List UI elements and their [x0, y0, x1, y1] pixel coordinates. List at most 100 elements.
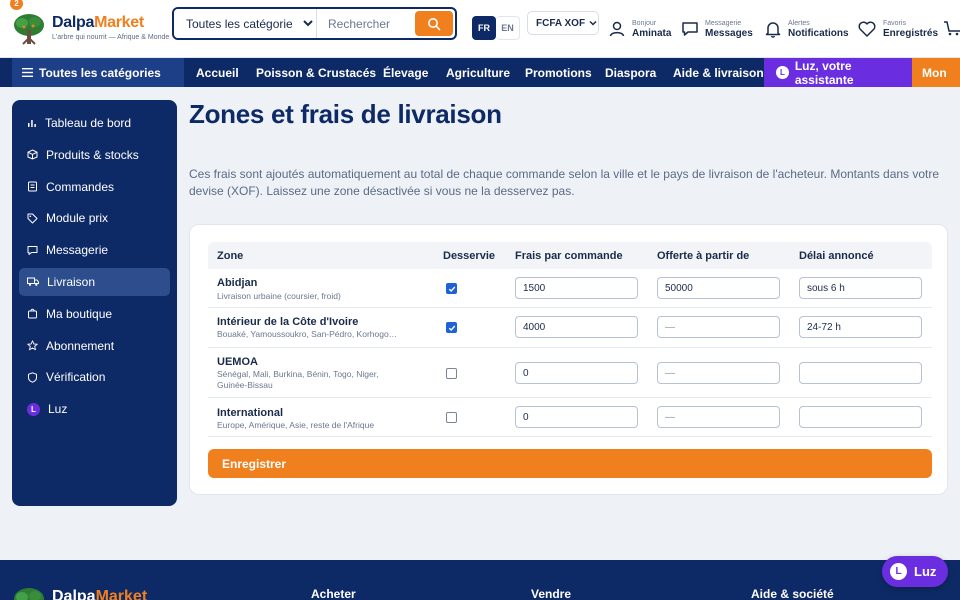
sidebar-item-label: Ma boutique [46, 306, 113, 321]
save-button[interactable]: Enregistrer [208, 449, 932, 478]
messages-label: Messages [705, 27, 753, 39]
tree-logo-icon[interactable] [12, 12, 46, 46]
search-button[interactable] [415, 11, 453, 36]
fee-input[interactable] [515, 362, 638, 384]
fee-input[interactable] [515, 406, 638, 428]
table-header: Zone Desservie Frais par commande Offert… [208, 242, 932, 269]
nav-link-aide[interactable]: Aide & livraison [673, 58, 764, 87]
tag-icon [27, 213, 38, 224]
nav-link-accueil[interactable]: Accueil [196, 58, 239, 87]
chat-icon [682, 22, 698, 36]
page-description: Ces frais sont ajoutés automatiquement a… [189, 167, 940, 198]
sidebar-item-label: Messagerie [46, 243, 109, 258]
served-checkbox[interactable] [446, 283, 457, 294]
messages-menu[interactable]: Messagerie Messages [681, 16, 753, 42]
sidebar-item-delivery[interactable]: Livraison [19, 267, 170, 296]
served-checkbox[interactable] [446, 322, 457, 333]
free-from-input[interactable] [657, 277, 780, 299]
account-menu[interactable]: Bonjour Aminata [608, 16, 671, 42]
luz-button-label: Luz [914, 564, 937, 579]
nav-link-poisson[interactable]: Poisson & Crustacés [256, 58, 376, 87]
all-categories-button[interactable]: Toutes les catégories [12, 58, 184, 87]
nav-account-button[interactable]: Mon [912, 58, 960, 87]
column-header-zone: Zone [217, 249, 244, 262]
table-row: UEMOA Sénégal, Mali, Burkina, Bénin, Tog… [208, 348, 932, 398]
table-row: Intérieur de la Côte d'Ivoire Bouaké, Ya… [208, 308, 932, 348]
sidebar-item-dashboard[interactable]: Tableau de bord [19, 109, 170, 137]
box-icon [27, 149, 38, 160]
currency-selector[interactable]: FCFA XOF [527, 11, 599, 35]
search-input[interactable] [320, 9, 416, 38]
search-icon [428, 17, 441, 30]
table-row: International Europe, Amérique, Asie, re… [208, 398, 932, 437]
free-from-input[interactable] [657, 316, 780, 338]
brand-tagline: L'arbre qui nourrit — Afrique & Monde [52, 34, 170, 41]
lang-en-button[interactable]: EN [496, 16, 520, 40]
column-header-served: Desservie [443, 249, 495, 262]
store-icon [28, 309, 37, 319]
sidebar-item-pricing[interactable]: Module prix [19, 204, 170, 232]
luz-avatar-icon: L [890, 563, 907, 580]
luz-assistant-nav-button[interactable]: L Luz, votre assistante [764, 58, 912, 87]
cart-icon[interactable] [944, 19, 960, 37]
sidebar-item-label: Vérification [46, 370, 106, 385]
delay-input[interactable] [799, 406, 922, 428]
free-from-input[interactable] [657, 406, 780, 428]
sidebar-item-shop[interactable]: Ma boutique [19, 300, 170, 328]
bell-icon [765, 22, 781, 38]
notifications-menu[interactable]: Alertes Notifications [764, 16, 849, 42]
nav-link-elevage[interactable]: Élevage [383, 58, 428, 87]
fee-input[interactable] [515, 277, 638, 299]
nav-link-diaspora[interactable]: Diaspora [605, 58, 656, 87]
sidebar-item-luz[interactable]: L Luz [19, 395, 170, 423]
top-header: 2 DalpaMarket L'arbre qui nourrit — Afri… [0, 0, 960, 58]
seller-sidebar: Tableau de bord Produits & stocks Comman… [12, 100, 177, 506]
sidebar-item-messaging[interactable]: Messagerie [19, 236, 170, 264]
category-select[interactable]: Toutes les catégories [174, 9, 317, 38]
free-from-input[interactable] [657, 362, 780, 384]
footer-brand-part-2: Market [95, 588, 148, 600]
delay-input[interactable] [799, 277, 922, 299]
all-categories-label: Toutes les catégories [39, 65, 161, 80]
zone-subtitle: Europe, Amérique, Asie, reste de l'Afriq… [217, 420, 375, 430]
fee-input[interactable] [515, 316, 638, 338]
zone-subtitle: Bouaké, Yamoussoukro, San-Pédro, Korhogo… [217, 329, 398, 339]
currency-label: FCFA XOF [536, 17, 586, 29]
footer-column-help: Aide & société [751, 587, 834, 600]
luz-assistant-floating-button[interactable]: L Luz [882, 556, 948, 587]
served-checkbox[interactable] [446, 368, 457, 379]
sidebar-item-label: Produits & stocks [46, 147, 139, 162]
brand-part-2: Market [94, 14, 144, 31]
delay-input[interactable] [799, 316, 922, 338]
column-header-free-from: Offerte à partir de [657, 249, 750, 262]
zone-name: UEMOA [217, 356, 258, 368]
sidebar-item-subscription[interactable]: Abonnement [19, 332, 170, 360]
sidebar-item-label: Luz [48, 402, 68, 417]
delay-input[interactable] [799, 362, 922, 384]
column-header-delay: Délai annoncé [799, 249, 874, 262]
check-icon [448, 325, 455, 331]
luz-avatar-icon: L [776, 66, 789, 79]
nav-link-agriculture[interactable]: Agriculture [446, 58, 510, 87]
zone-subtitle: Sénégal, Mali, Burkina, Bénin, Togo, Nig… [217, 369, 379, 390]
sidebar-item-label: Commandes [46, 179, 115, 194]
messages-small: Messagerie [705, 19, 742, 27]
footer-column-buy: Acheter [311, 587, 356, 600]
sidebar-item-orders[interactable]: Commandes [19, 173, 170, 201]
zone-subtitle: Livraison urbaine (coursier, froid) [217, 291, 341, 301]
zone-name: Abidjan [217, 277, 258, 289]
sidebar-item-verification[interactable]: Vérification [19, 363, 170, 391]
favorites-label: Enregistrés [883, 27, 939, 39]
footer-brand: DalpaMarket [52, 588, 147, 600]
sidebar-item-label: Abonnement [46, 338, 115, 353]
heart-icon [858, 21, 876, 37]
lang-fr-button[interactable]: FR [472, 16, 496, 40]
served-checkbox[interactable] [446, 412, 457, 423]
nav-link-promotions[interactable]: Promotions [525, 58, 592, 87]
check-icon [448, 286, 455, 292]
alerts-small: Alertes [788, 19, 810, 27]
brand-name[interactable]: DalpaMarket [52, 14, 144, 32]
document-icon [28, 181, 37, 192]
favorites-menu[interactable]: Favoris Enregistrés [857, 16, 938, 42]
sidebar-item-products[interactable]: Produits & stocks [19, 141, 170, 169]
